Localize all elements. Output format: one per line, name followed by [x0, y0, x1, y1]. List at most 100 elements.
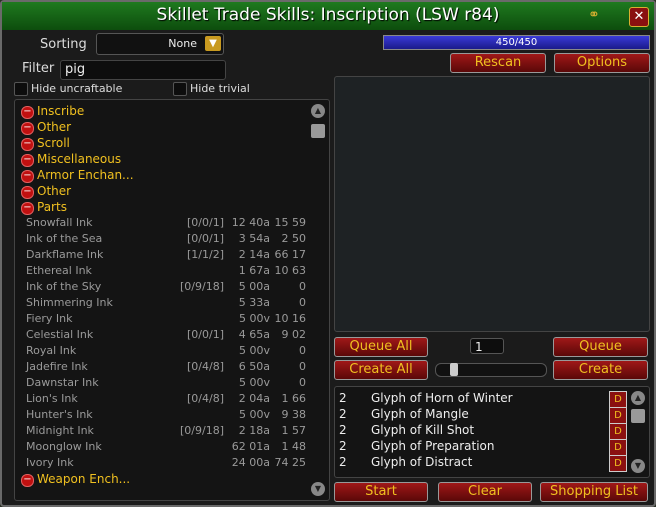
hide-trivial-label: Hide trivial: [190, 82, 250, 95]
recipe-value: 66 17: [274, 248, 307, 261]
recipe-value: 0: [299, 360, 306, 373]
collapse-icon[interactable]: −: [21, 154, 34, 167]
recipe-row[interactable]: Ink of the Sea [0/0/1] 3 54a 2 50: [26, 232, 306, 248]
create-all-button[interactable]: Create All: [334, 360, 428, 380]
link-icon[interactable]: ⚭: [588, 8, 606, 22]
hide-trivial-checkbox[interactable]: [173, 82, 187, 96]
category-label: Other: [37, 120, 72, 134]
queue-delete-button[interactable]: D: [609, 439, 627, 456]
scroll-up-icon[interactable]: ▲: [311, 104, 325, 118]
rescan-button[interactable]: Rescan: [450, 53, 546, 73]
shopping-list-button[interactable]: Shopping List: [540, 482, 648, 502]
queue-scroll-up-icon[interactable]: ▲: [631, 391, 645, 405]
recipe-row[interactable]: Lion's Ink [0/4/8] 2 04a 1 66: [26, 392, 306, 408]
recipe-count: [0/4/8]: [187, 392, 224, 405]
options-button[interactable]: Options: [554, 53, 650, 73]
queue-button[interactable]: Queue: [553, 337, 648, 357]
queue-row[interactable]: 2 Glyph of Horn of Winter D: [339, 391, 629, 408]
collapse-icon[interactable]: −: [21, 170, 34, 183]
recipe-name: Hunter's Ink: [26, 408, 93, 421]
queue-quantity: 2: [339, 407, 347, 421]
close-button[interactable]: ✕: [629, 7, 649, 27]
recipe-row[interactable]: Hunter's Ink 5 00v 9 38: [26, 408, 306, 424]
recipe-row[interactable]: Ivory Ink 24 00a 74 25: [26, 456, 306, 472]
recipe-row[interactable]: Midnight Ink [0/9/18] 2 18a 1 57: [26, 424, 306, 440]
recipe-name: Lion's Ink: [26, 392, 78, 405]
queue-item-name: Glyph of Kill Shot: [371, 423, 475, 437]
collapse-icon[interactable]: −: [21, 202, 34, 215]
recipe-count: [0/0/1]: [187, 216, 224, 229]
recipe-row[interactable]: Fiery Ink 5 00v 10 16: [26, 312, 306, 328]
clear-button[interactable]: Clear: [438, 482, 532, 502]
recipe-name: Snowfall Ink: [26, 216, 93, 229]
filter-input[interactable]: pig: [60, 60, 226, 80]
recipe-row[interactable]: Dawnstar Ink 5 00v 0: [26, 376, 306, 392]
recipe-value: 10 63: [274, 264, 307, 277]
collapse-icon[interactable]: −: [21, 138, 34, 151]
queue-quantity: 2: [339, 391, 347, 405]
recipe-row[interactable]: Darkflame Ink [1/1/2] 2 14a 66 17: [26, 248, 306, 264]
recipe-row[interactable]: Snowfall Ink [0/0/1] 12 40a 15 59: [26, 216, 306, 232]
recipe-value: 0: [299, 280, 306, 293]
queue-row[interactable]: 2 Glyph of Preparation D: [339, 439, 629, 456]
recipe-name: Celestial Ink: [26, 328, 94, 341]
recipe-count: [1/1/2]: [187, 248, 224, 261]
category-label: Other: [37, 184, 72, 198]
queue-all-button[interactable]: Queue All: [334, 337, 428, 357]
recipe-cost: 3 54a: [238, 232, 270, 245]
hide-uncraftable-checkbox[interactable]: [14, 82, 28, 96]
dropdown-arrow-icon[interactable]: ▼: [205, 36, 221, 51]
recipe-cost: 5 00v: [238, 376, 270, 389]
recipe-cost: 24 00a: [231, 456, 270, 469]
queue-delete-button[interactable]: D: [609, 391, 627, 408]
collapse-icon[interactable]: −: [21, 186, 34, 199]
scrollbar-thumb[interactable]: [311, 124, 325, 138]
category-label: Armor Enchan...: [37, 168, 134, 182]
queue-row[interactable]: 2 Glyph of Distract D: [339, 455, 629, 472]
category-label: Miscellaneous: [37, 152, 122, 166]
recipe-cost: 2 18a: [238, 424, 270, 437]
recipe-row[interactable]: Ink of the Sky [0/9/18] 5 00a 0: [26, 280, 306, 296]
queue-delete-button[interactable]: D: [609, 455, 627, 472]
recipe-cost: 2 14a: [238, 248, 270, 261]
queue-scrollbar-thumb[interactable]: [631, 409, 645, 423]
create-button[interactable]: Create: [553, 360, 648, 380]
recipe-row[interactable]: Celestial Ink [0/0/1] 4 65a 9 02: [26, 328, 306, 344]
recipe-row[interactable]: Shimmering Ink 5 33a 0: [26, 296, 306, 312]
recipe-name: Darkflame Ink: [26, 248, 104, 261]
slider-knob[interactable]: [450, 363, 458, 376]
craft-queue: 2 Glyph of Horn of Winter D 2 Glyph of Mangl…: [334, 386, 650, 478]
recipe-row[interactable]: Jadefire Ink [0/4/8] 6 50a 0: [26, 360, 306, 376]
recipe-name: Dawnstar Ink: [26, 376, 99, 389]
recipe-row[interactable]: Moonglow Ink 62 01a 1 48: [26, 440, 306, 456]
recipe-name: Midnight Ink: [26, 424, 94, 437]
quantity-slider[interactable]: [435, 363, 547, 377]
title-bar[interactable]: Skillet Trade Skills: Inscription (LSW r…: [2, 2, 654, 30]
recipe-value: 0: [299, 296, 306, 309]
quantity-input[interactable]: 1: [470, 338, 504, 354]
recipe-name: Fiery Ink: [26, 312, 73, 325]
collapse-icon[interactable]: −: [21, 122, 34, 135]
recipe-list: ▲ ▼ − Inscribe − Other − Scroll − Miscellaneous…: [14, 99, 330, 501]
recipe-row[interactable]: Ethereal Ink 1 67a 10 63: [26, 264, 306, 280]
recipe-name: Moonglow Ink: [26, 440, 102, 453]
queue-scroll-down-icon[interactable]: ▼: [631, 459, 645, 473]
skill-progress-text: 450/450: [495, 37, 538, 48]
recipe-name: Royal Ink: [26, 344, 77, 357]
collapse-icon[interactable]: −: [21, 106, 34, 119]
filter-value: pig: [65, 62, 86, 77]
queue-delete-button[interactable]: D: [609, 407, 627, 424]
start-button[interactable]: Start: [334, 482, 428, 502]
queue-delete-button[interactable]: D: [609, 423, 627, 440]
queue-row[interactable]: 2 Glyph of Kill Shot D: [339, 423, 629, 440]
scroll-down-icon[interactable]: ▼: [311, 482, 325, 496]
collapse-icon[interactable]: −: [21, 474, 34, 487]
sorting-dropdown[interactable]: None ▼: [96, 33, 224, 55]
queue-item-name: Glyph of Preparation: [371, 439, 495, 453]
category-label: Inscribe: [37, 104, 85, 118]
recipe-value: 9 02: [281, 328, 307, 341]
queue-row[interactable]: 2 Glyph of Mangle D: [339, 407, 629, 424]
recipe-row[interactable]: Royal Ink 5 00v 0: [26, 344, 306, 360]
skill-progress-bar: 450/450: [383, 35, 650, 50]
recipe-name: Ink of the Sky: [26, 280, 102, 293]
